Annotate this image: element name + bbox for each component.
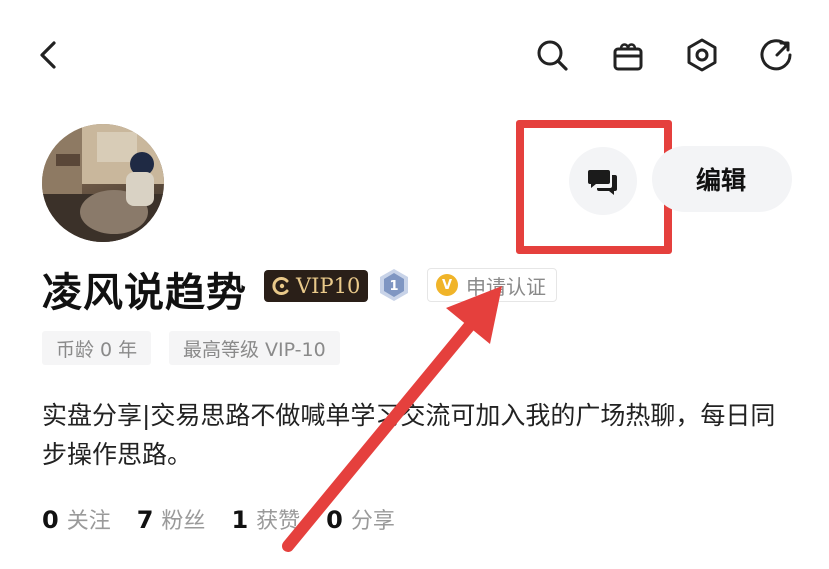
gift-button[interactable] [608,35,648,75]
stat-shares-label: 分享 [350,509,395,534]
settings-button[interactable] [682,35,722,75]
vip-badge: VIP10 [264,270,369,302]
level-hex-icon: 1 [380,269,408,301]
search-icon [537,40,568,71]
settings-hex-icon [687,38,717,72]
stat-shares[interactable]: 0 分享 [326,503,395,535]
profile-name: 凌风说趋势 [42,270,247,316]
tag-account-age: 币龄 0 年 [42,331,152,365]
stat-following-value: 0 [42,506,59,534]
stat-following[interactable]: 0 关注 [42,503,111,535]
stat-followers[interactable]: 7 粉丝 [137,503,206,535]
stat-shares-value: 0 [326,506,343,534]
edit-label: 编辑 [696,166,747,195]
apply-verification-button[interactable]: V 申请认证 [427,268,557,302]
verified-v-icon: V [436,274,458,296]
vip-crescent-icon [272,277,289,295]
stat-followers-value: 7 [136,506,154,534]
profile-bio: 实盘分享|交易思路不做喊单学习交流可加入我的广场热聊，每日同步操作思路。 [42,401,776,469]
stats-row: 0 关注 7 粉丝 1 获赞 0 分享 [42,503,395,535]
stat-following-label: 关注 [66,509,111,534]
search-button[interactable] [532,35,572,75]
stat-likes[interactable]: 1 获赞 [231,503,300,535]
verify-label: 申请认证 [466,274,546,299]
stat-likes-value: 1 [231,506,249,534]
refresh-icon [760,39,792,71]
stat-followers-label: 粉丝 [161,509,206,534]
back-arrow-icon [40,41,56,69]
tag-highest-level: 最高等级 VIP-10 [169,331,340,365]
avatar[interactable] [42,124,164,242]
stat-likes-label: 获赞 [256,509,301,534]
refresh-button[interactable] [757,35,797,75]
gift-icon [613,43,643,71]
level-badge: 1 [378,268,410,302]
back-button[interactable] [30,35,70,75]
message-button[interactable] [569,147,637,215]
avatar-photo [42,124,164,242]
vip-label: VIP10 [296,274,361,298]
level-number: 1 [389,279,398,294]
chat-bubbles-icon [588,170,617,195]
edit-profile-button[interactable]: 编辑 [652,146,792,212]
